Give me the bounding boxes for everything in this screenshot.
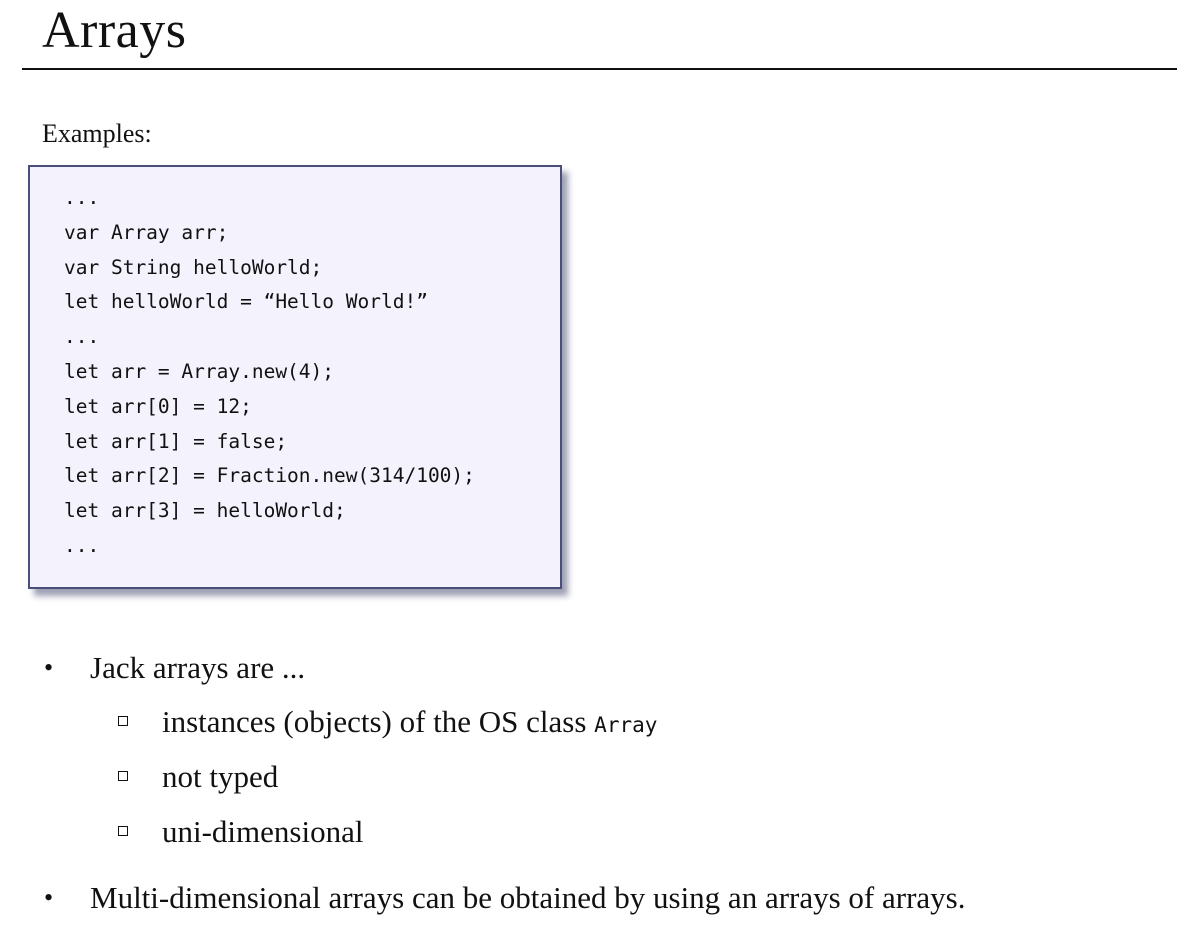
code-line: let arr[0] = 12; <box>64 394 252 418</box>
slide-title: Arrays <box>42 2 187 59</box>
code-line: let helloWorld = “Hello World!” <box>64 290 428 314</box>
code-line: var String helloWorld; <box>64 255 323 279</box>
square-bullet-icon <box>118 826 128 836</box>
code-line: let arr = Array.new(4); <box>64 359 335 383</box>
code-line: ... <box>64 186 100 209</box>
code-line: let arr[2] = Fraction.new(314/100); <box>64 464 475 488</box>
bullet-dot-icon: • <box>44 653 54 682</box>
code-line: let arr[1] = false; <box>64 429 288 453</box>
title-divider <box>22 68 1177 70</box>
code-line: var Array arr; <box>64 220 229 244</box>
sub-bullet-instances-text: instances (objects) of the OS class <box>162 704 587 739</box>
code-line: let arr[3] = helloWorld; <box>64 499 346 523</box>
inline-code-array: Array <box>594 713 658 737</box>
bullet-text: Multi-dimensional arrays can be obtained… <box>90 880 966 915</box>
code-line: ... <box>64 325 100 349</box>
bullet-dot-icon: • <box>44 883 54 912</box>
code-example-box: ... var Array arr; var String helloWorld… <box>28 165 562 589</box>
sub-bullet-text: uni-dimensional <box>162 814 364 849</box>
code-line: ... <box>64 533 100 557</box>
code-lines: ... var Array arr; var String helloWorld… <box>64 181 475 564</box>
square-bullet-icon <box>118 716 128 726</box>
sub-bullet-text: not typed <box>162 759 279 794</box>
sub-bullet-text: instances (objects) of the OS class Arra… <box>162 702 657 745</box>
square-bullet-icon <box>118 771 128 781</box>
bullet-text: Jack arrays are ... <box>90 650 306 685</box>
examples-label: Examples: <box>42 119 152 148</box>
